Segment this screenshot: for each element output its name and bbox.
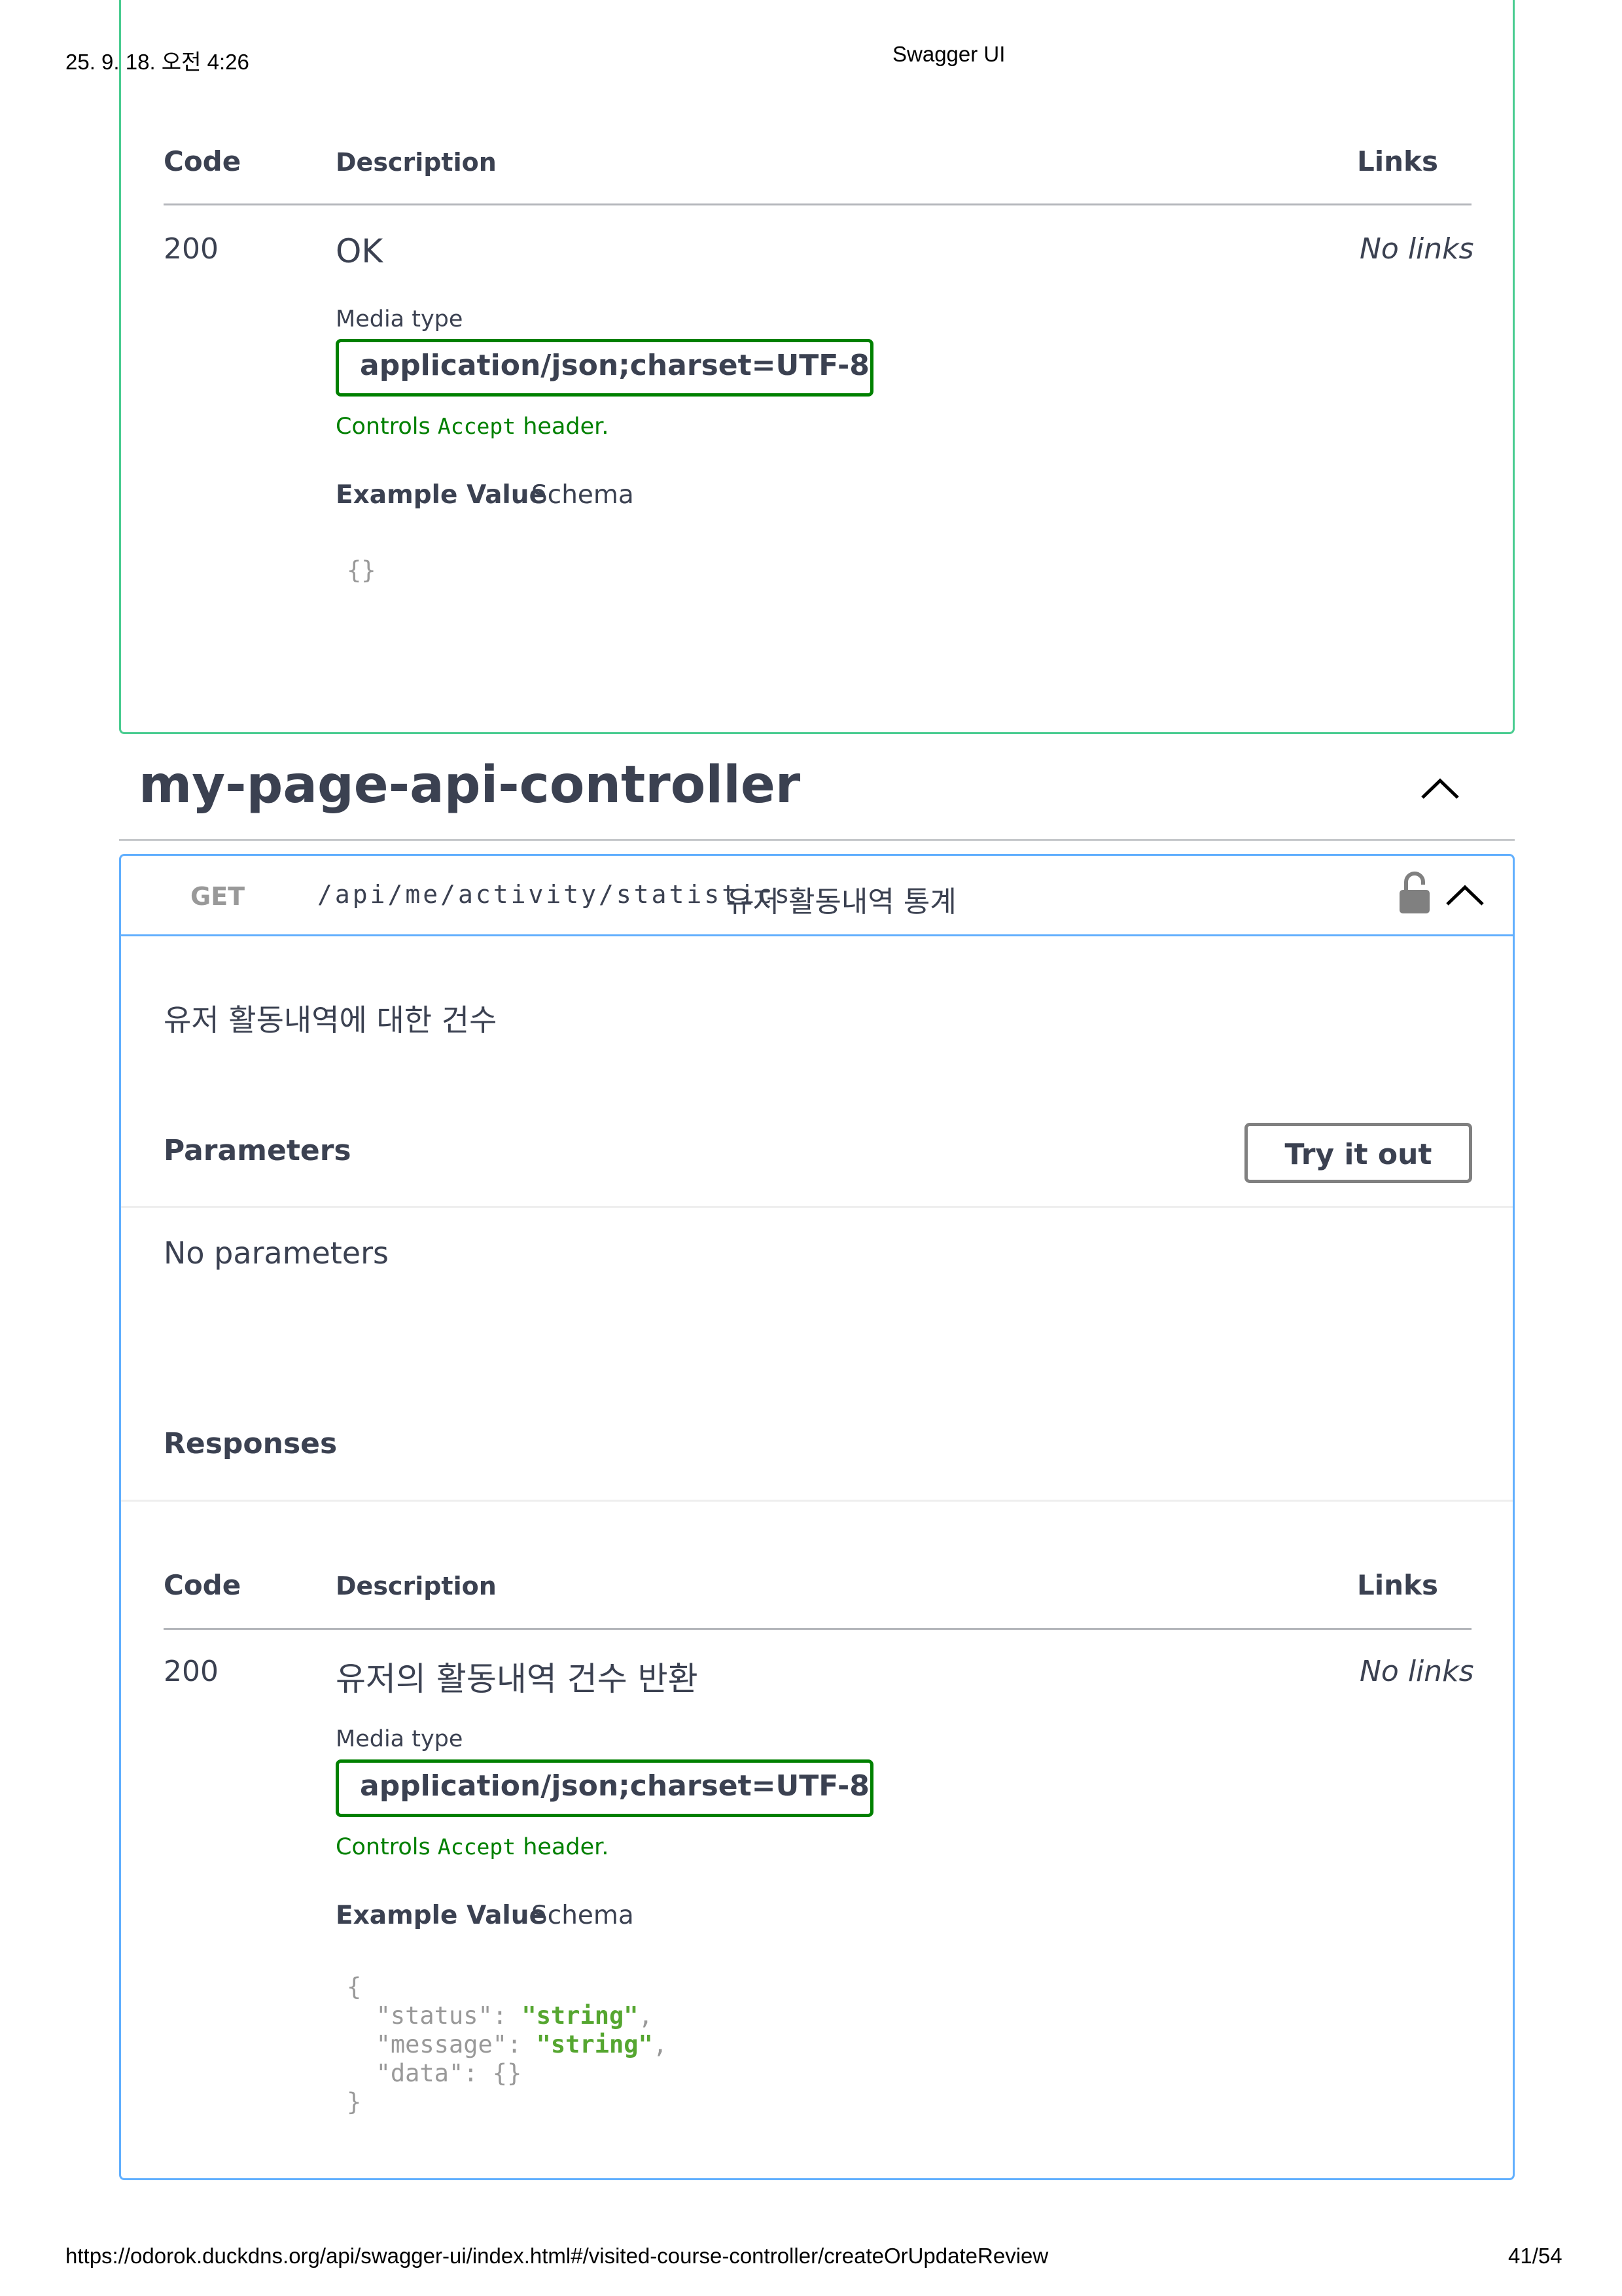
responses-heading: Responses — [164, 1427, 338, 1460]
media-type-value: application/json;charset=UTF-8 — [360, 349, 870, 382]
response-description: 유저의 활동내역 건수 반환 — [336, 1660, 698, 1698]
print-page-number: 41/54 — [1508, 2244, 1562, 2268]
example-json: {} — [347, 556, 376, 584]
links-column-header: Links — [1357, 145, 1438, 177]
chevron-up-icon[interactable] — [1420, 775, 1460, 802]
http-method: GET — [190, 882, 245, 911]
example-json: { "status": "string", "message": "string… — [347, 1973, 668, 2116]
try-it-out-button[interactable]: Try it out — [1244, 1123, 1472, 1183]
response-links: No links — [1360, 1655, 1474, 1688]
section-title[interactable]: my-page-api-controller — [139, 756, 800, 815]
print-url: https://odorok.duckdns.org/api/swagger-u… — [65, 2244, 1049, 2268]
parameters-divider — [121, 1206, 1513, 1208]
operation-card: GET /api/me/activity/statistics 유저 활동내역 … — [119, 854, 1515, 2180]
section-divider — [119, 839, 1515, 841]
media-type-select[interactable]: application/json;charset=UTF-8 — [336, 339, 873, 397]
no-parameters-text: No parameters — [164, 1235, 389, 1271]
media-type-value: application/json;charset=UTF-8 — [360, 1769, 870, 1803]
response-code: 200 — [164, 1655, 219, 1688]
parameters-heading: Parameters — [164, 1134, 351, 1167]
schema-tab[interactable]: Schema — [531, 1901, 634, 1930]
description-column-header: Description — [336, 148, 497, 177]
links-column-header: Links — [1357, 1569, 1438, 1601]
prev-operation-card: Code Description Links 200 OK No links M… — [119, 0, 1515, 734]
response-code: 200 — [164, 232, 219, 266]
media-type-label: Media type — [336, 1726, 463, 1752]
description-column-header: Description — [336, 1572, 497, 1600]
responses-divider — [121, 1500, 1513, 1502]
operation-path: /api/me/activity/statistics — [317, 880, 792, 909]
table-header-divider — [164, 1628, 1472, 1630]
media-type-label: Media type — [336, 306, 463, 332]
schema-tab[interactable]: Schema — [531, 480, 634, 510]
example-value-tab[interactable]: Example Value — [336, 1901, 546, 1930]
unlock-icon[interactable] — [1398, 872, 1431, 915]
media-type-select[interactable]: application/json;charset=UTF-8 — [336, 1759, 873, 1817]
operation-header[interactable]: GET /api/me/activity/statistics 유저 활동내역 … — [121, 856, 1513, 936]
controls-accept-note: Controls Accept header. — [336, 414, 609, 440]
operation-summary: 유저 활동내역 통계 — [726, 885, 957, 919]
controls-accept-note: Controls Accept header. — [336, 1834, 609, 1860]
table-header-divider — [164, 203, 1472, 205]
example-value-tab[interactable]: Example Value — [336, 480, 546, 510]
response-links: No links — [1360, 232, 1474, 266]
response-description: OK — [336, 232, 383, 270]
code-column-header: Code — [164, 1569, 241, 1601]
chevron-up-icon[interactable] — [1445, 882, 1485, 908]
operation-description: 유저 활동내역에 대한 건수 — [164, 1002, 497, 1038]
code-column-header: Code — [164, 145, 241, 177]
